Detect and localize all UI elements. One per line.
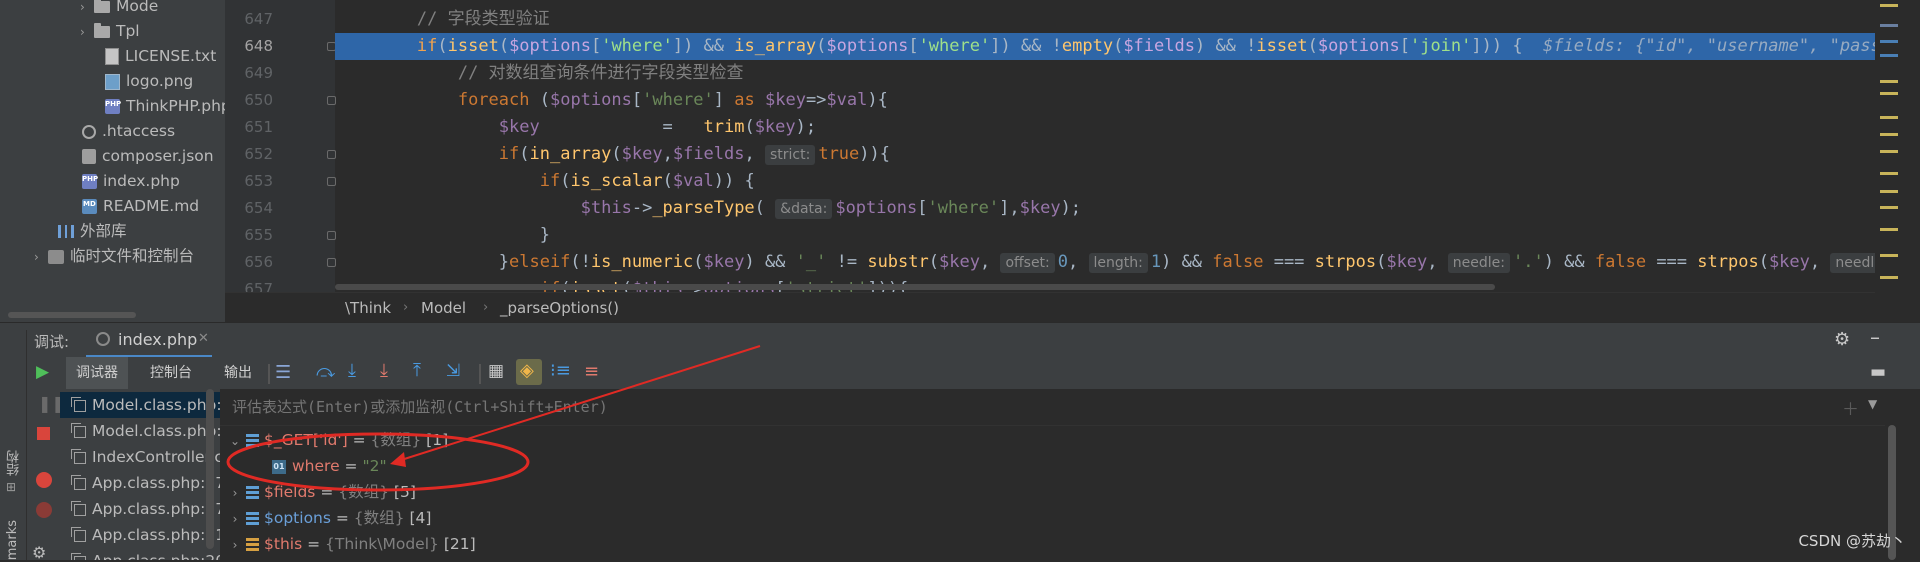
annotation-overlay: [226, 345, 761, 492]
watermark: CSDN @苏劫丶: [1798, 532, 1906, 550]
annotation-arrow-line: [397, 345, 761, 462]
annotation-ellipse: [226, 432, 530, 492]
annotation-arrow-head: [390, 452, 406, 467]
